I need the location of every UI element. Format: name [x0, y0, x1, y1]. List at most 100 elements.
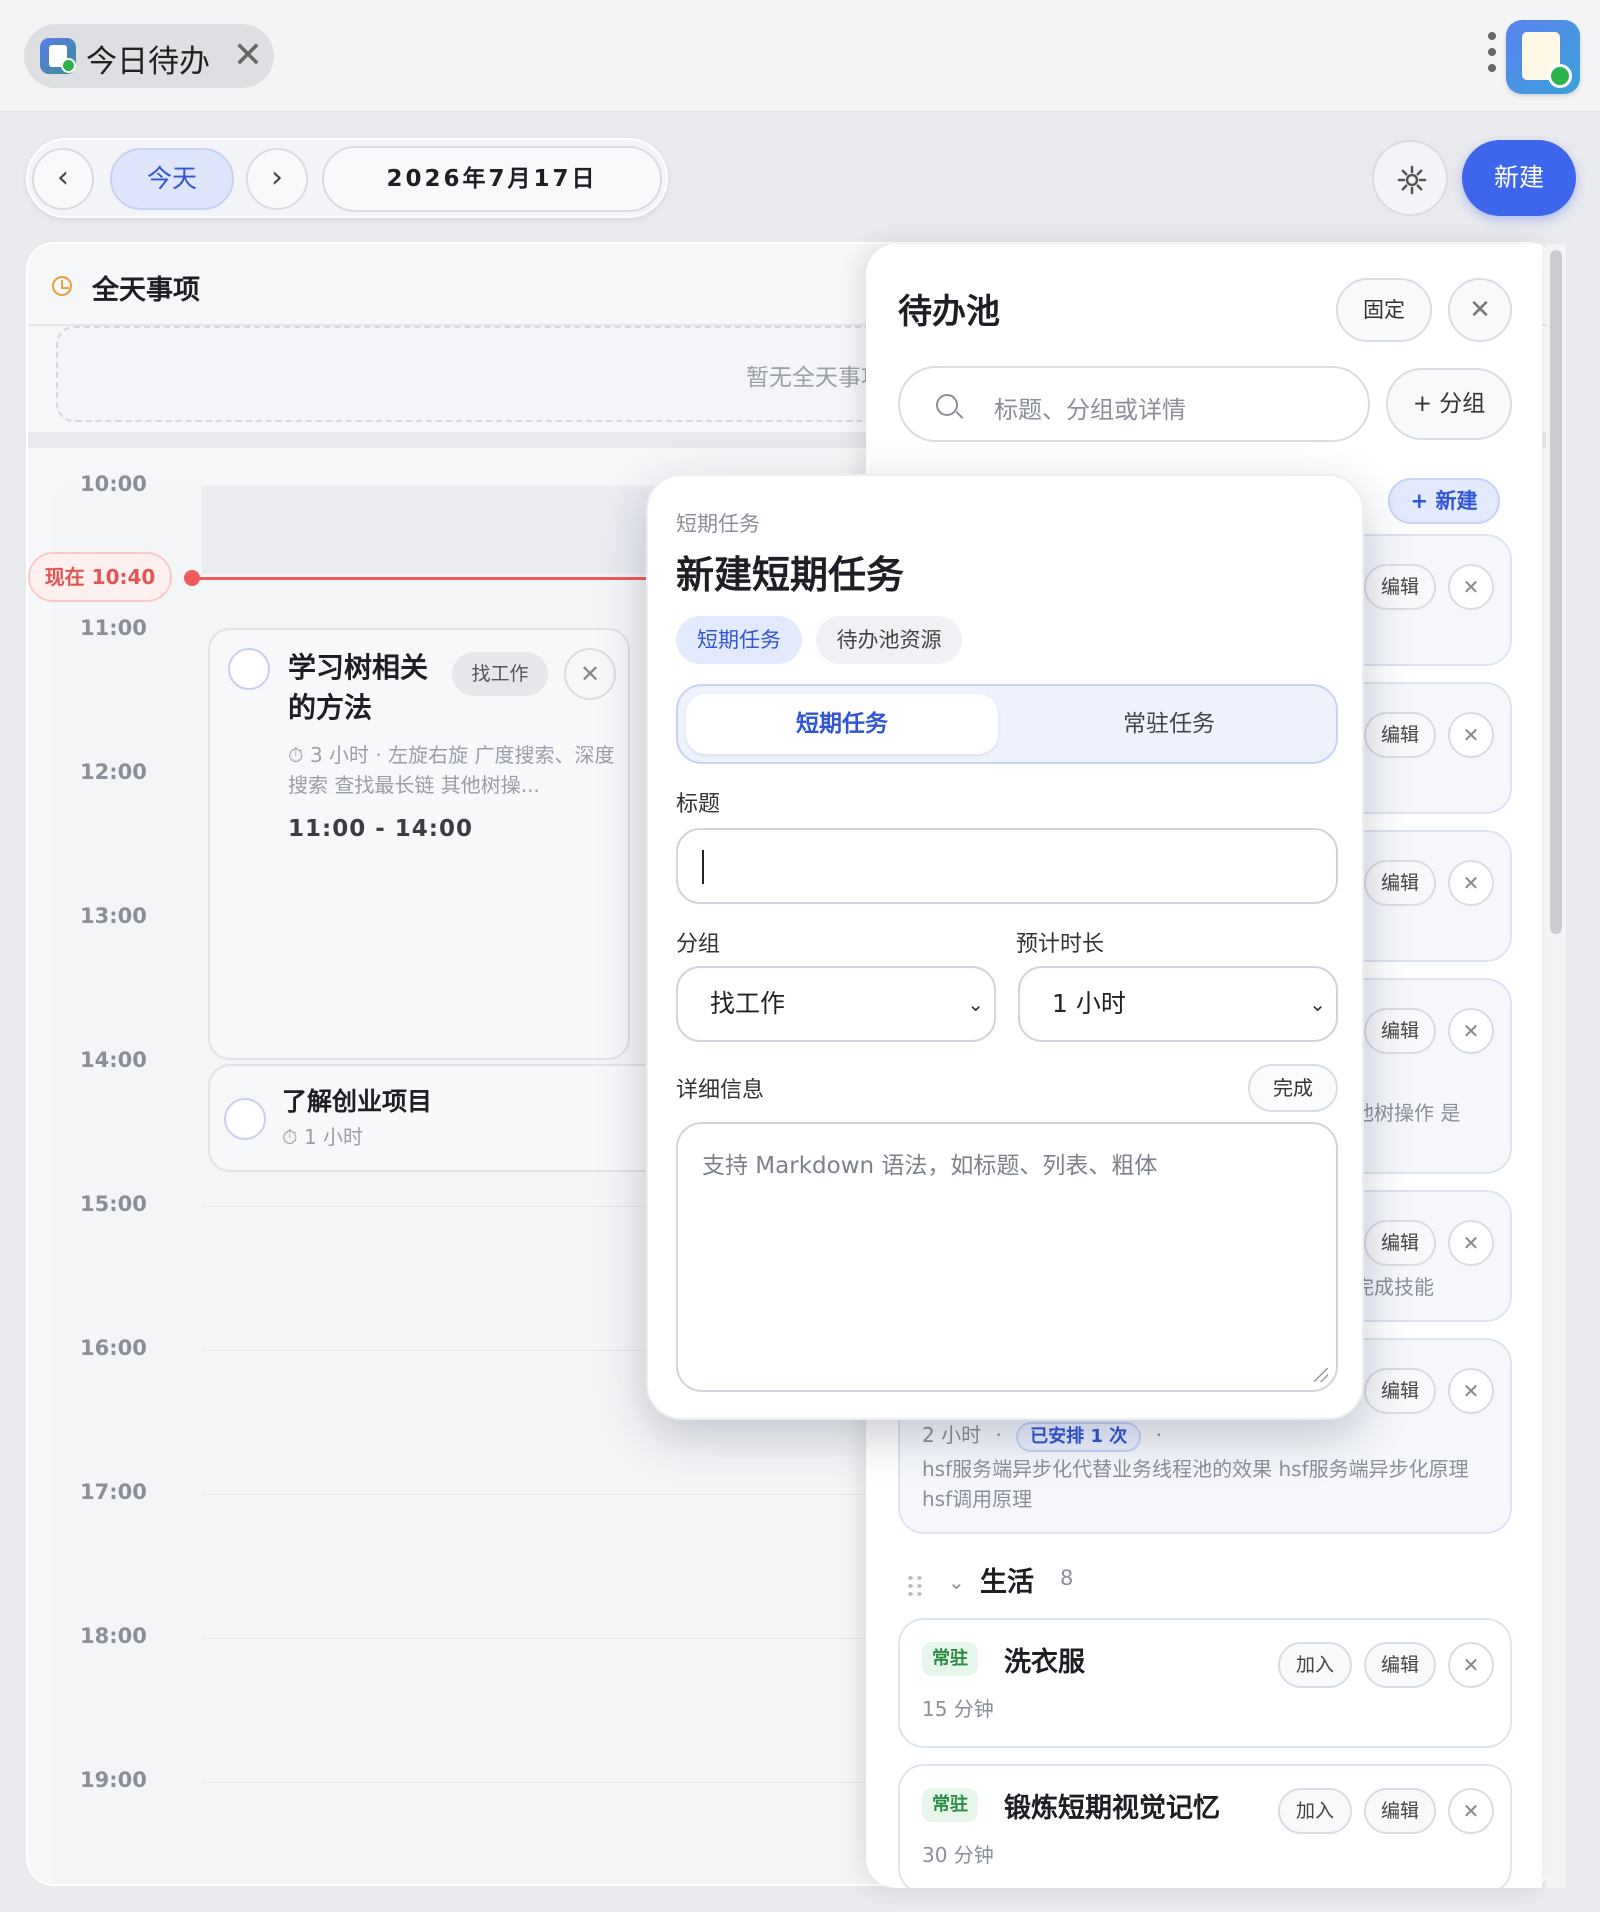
edit-button[interactable]: 编辑 [1364, 860, 1436, 906]
tab-short-term[interactable]: 短期任务 [676, 616, 802, 664]
next-day-button[interactable]: › [246, 148, 308, 210]
scheduled-badge: 已安排 1 次 [1016, 1421, 1142, 1452]
join-button[interactable]: 加入 [1278, 1788, 1352, 1834]
separator: · [1155, 1423, 1162, 1447]
event-title: 了解创业项目 [282, 1087, 433, 1116]
segment-resident[interactable]: 常驻任务 [1008, 694, 1330, 754]
chevron-down-icon[interactable]: ⌄ [948, 1570, 965, 1594]
hour-label: 18:00 [80, 1624, 147, 1648]
add-group-button[interactable]: + 分组 [1386, 368, 1512, 440]
allday-title: 全天事项 [92, 275, 200, 306]
search-icon [936, 394, 958, 416]
title-bar: 今日待办 ✕ [0, 0, 1600, 112]
hour-label: 17:00 [80, 1480, 147, 1504]
hour-label: 14:00 [80, 1048, 147, 1072]
duration-select-value: 1 小时 [1052, 989, 1126, 1018]
edit-button[interactable]: 编辑 [1364, 1220, 1436, 1266]
clock-icon [52, 276, 72, 296]
scrollbar-thumb[interactable] [1550, 250, 1562, 934]
event-meta: ⏱ 1 小时 [282, 1125, 364, 1149]
pool-card-meta: 2 小时 · 已安排 1 次 · [922, 1420, 1170, 1452]
title-input[interactable] [676, 828, 1338, 904]
allday-empty-text: 暂无全天事项 [746, 365, 884, 391]
event-card[interactable]: 了解创业项目 ⏱ 1 小时 [208, 1064, 668, 1172]
remove-button[interactable]: ✕ [1448, 564, 1494, 610]
hour-label: 15:00 [80, 1192, 147, 1216]
complete-checkbox[interactable] [224, 1098, 266, 1140]
segment-short-term[interactable]: 短期任务 [686, 694, 998, 754]
detail-textarea[interactable]: 支持 Markdown 语法，如标题、列表、粗体 [676, 1122, 1338, 1392]
date-navigation: ‹ 今天 › 2026年7月17日 [26, 138, 668, 218]
pool-title: 待办池 [898, 292, 1000, 332]
group-select[interactable]: 找工作 ⌄ [676, 966, 996, 1042]
pool-card[interactable]: 常驻 洗衣服 加入 编辑 ✕ 15 分钟 [898, 1618, 1512, 1748]
search-input[interactable]: 标题、分组或详情 [898, 366, 1370, 442]
chevron-down-icon: ⌄ [1309, 992, 1326, 1016]
edit-button[interactable]: 编辑 [1364, 1008, 1436, 1054]
gear-icon [1397, 165, 1427, 195]
join-button[interactable]: 加入 [1278, 1642, 1352, 1688]
resident-tag: 常驻 [922, 1788, 978, 1822]
event-meta: ⏱ 3 小时 · 左旋右旋 广度搜索、深度搜索 查找最长链 其他树操... [288, 743, 615, 797]
app-icon[interactable] [1506, 20, 1580, 94]
hour-label: 12:00 [80, 760, 147, 784]
remove-button[interactable]: ✕ [1448, 1788, 1494, 1834]
resize-grip-icon[interactable] [1314, 1368, 1328, 1382]
pool-card[interactable]: 常驻 锻炼短期视觉记忆 加入 编辑 ✕ 30 分钟 [898, 1764, 1512, 1888]
today-button[interactable]: 今天 [110, 148, 234, 210]
event-card[interactable]: 学习树相关的方法 找工作 ✕ ⏱ 3 小时 · 左旋右旋 广度搜索、深度搜索 查… [208, 628, 630, 1060]
pool-card-title: 洗衣服 [1004, 1647, 1085, 1678]
done-button[interactable]: 完成 [1248, 1064, 1338, 1112]
duration-select[interactable]: 1 小时 ⌄ [1018, 966, 1338, 1042]
prev-day-button[interactable]: ‹ [32, 148, 94, 210]
app-icon [40, 38, 76, 74]
search-placeholder: 标题、分组或详情 [994, 396, 1186, 424]
remove-button[interactable]: ✕ [1448, 860, 1494, 906]
remove-event-button[interactable]: ✕ [564, 648, 616, 700]
chevron-down-icon: ⌄ [967, 992, 984, 1016]
date-picker-button[interactable]: 2026年7月17日 [322, 146, 662, 212]
remove-button[interactable]: ✕ [1448, 712, 1494, 758]
duration-label: 预计时长 [1016, 932, 1105, 957]
edit-button[interactable]: 编辑 [1364, 712, 1436, 758]
detail-placeholder: 支持 Markdown 语法，如标题、列表、粗体 [702, 1153, 1158, 1179]
new-button[interactable]: 新建 [1462, 140, 1576, 216]
hour-label: 11:00 [80, 616, 147, 640]
remove-button[interactable]: ✕ [1448, 1220, 1494, 1266]
complete-checkbox[interactable] [228, 648, 270, 690]
pool-card-detail: 完成技能 [1354, 1275, 1434, 1299]
modal-title: 新建短期任务 [676, 553, 905, 597]
duration-text: 2 小时 [922, 1423, 982, 1447]
group-select-value: 找工作 [710, 989, 786, 1018]
hour-label: 19:00 [80, 1768, 147, 1792]
modal-kicker: 短期任务 [676, 512, 760, 536]
edit-button[interactable]: 编辑 [1364, 1642, 1436, 1688]
pool-card-title: 锻炼短期视觉记忆 [1004, 1793, 1220, 1824]
group-title: 生活 [980, 1567, 1034, 1598]
edit-button[interactable]: 编辑 [1364, 1368, 1436, 1414]
pool-card-duration: 15 分钟 [922, 1697, 994, 1721]
pool-new-button[interactable]: + 新建 [1388, 478, 1500, 524]
hour-label: 10:00 [80, 472, 147, 496]
remove-button[interactable]: ✕ [1448, 1008, 1494, 1054]
close-pool-button[interactable]: ✕ [1448, 278, 1512, 342]
kebab-menu-icon[interactable] [1486, 32, 1498, 80]
drag-handle-icon[interactable] [906, 1574, 924, 1596]
pin-button[interactable]: 固定 [1336, 278, 1432, 342]
close-icon[interactable]: ✕ [230, 36, 266, 76]
app-tab[interactable]: 今日待办 ✕ [24, 24, 274, 88]
task-type-segmented-control: 短期任务 常驻任务 [676, 684, 1338, 764]
edit-button[interactable]: 编辑 [1364, 1788, 1436, 1834]
remove-button[interactable]: ✕ [1448, 1368, 1494, 1414]
pool-card-duration: 30 分钟 [922, 1843, 994, 1867]
hour-label: 13:00 [80, 904, 147, 928]
tab-title: 今日待办 [86, 44, 210, 80]
settings-button[interactable] [1372, 140, 1448, 216]
edit-button[interactable]: 编辑 [1364, 564, 1436, 610]
remove-button[interactable]: ✕ [1448, 1642, 1494, 1688]
pool-card-detail: 他树操作 是 [1354, 1101, 1461, 1125]
now-indicator-line [192, 577, 692, 580]
text-caret [702, 850, 704, 884]
tab-pool-resource[interactable]: 待办池资源 [816, 616, 962, 664]
detail-label: 详细信息 [676, 1078, 765, 1103]
